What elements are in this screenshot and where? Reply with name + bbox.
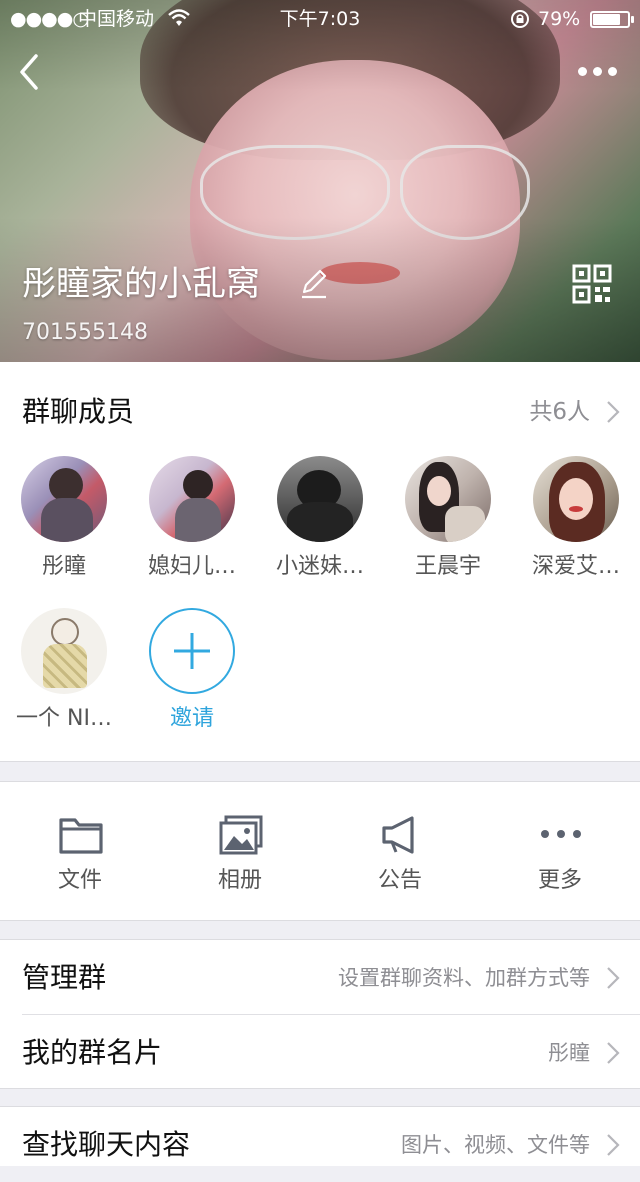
more-dot-icon (593, 67, 602, 76)
member-name: 彤瞳 (41, 554, 86, 579)
files-label: 文件 (57, 868, 102, 893)
chevron-right-icon (607, 967, 620, 989)
chevron-right-icon (607, 1042, 620, 1064)
edit-pencil-icon[interactable] (298, 268, 330, 300)
cover-shade (0, 0, 640, 362)
my-group-card-title: 我的群名片 (22, 1036, 163, 1069)
avatar (149, 456, 235, 542)
album-icon (219, 815, 263, 855)
more-tools-label: 更多 (537, 868, 582, 893)
announcement-label: 公告 (377, 868, 422, 893)
member-name: 小迷妹… (275, 554, 364, 579)
member-count-link[interactable]: 共6人 (529, 394, 590, 430)
more-dot-icon (578, 67, 587, 76)
chevron-right-icon (607, 1134, 620, 1156)
settings-section: 管理群 设置群聊资料、加群方式等 我的群名片 彤瞳 (0, 939, 640, 1089)
battery-percent: 79% (538, 8, 581, 30)
member-item[interactable]: 深爱艾… (512, 456, 640, 582)
more-dot-icon (608, 67, 617, 76)
search-history-section: 查找聊天内容 图片、视频、文件等 (0, 1106, 640, 1166)
folder-icon (59, 818, 103, 854)
rotation-lock-icon (511, 10, 529, 28)
member-item[interactable]: 媳妇儿… (128, 456, 256, 582)
back-arrow-icon[interactable] (10, 50, 50, 94)
avatar (405, 456, 491, 542)
member-item[interactable]: 一个 NI… (0, 608, 128, 734)
battery-icon (590, 11, 634, 28)
members-title: 群聊成员 (22, 395, 135, 428)
more-options-button[interactable] (570, 56, 624, 86)
more-dots-icon (541, 830, 581, 838)
files-button[interactable]: 文件 (0, 782, 160, 922)
member-name: 王晨宇 (414, 554, 481, 579)
avatar (21, 456, 107, 542)
battery-fill (593, 14, 620, 25)
status-bar: ●●●●○ 中国移动 下午7:03 79% (0, 0, 640, 38)
member-name: 一个 NI… (16, 706, 112, 731)
member-item[interactable]: 小迷妹… (256, 456, 384, 582)
announcement-button[interactable]: 公告 (320, 782, 480, 922)
group-cover: ●●●●○ 中国移动 下午7:03 79% 彤瞳家的小乱窝 701555148 (0, 0, 640, 362)
manage-group-row[interactable]: 管理群 设置群聊资料、加群方式等 (0, 940, 640, 1015)
avatar (533, 456, 619, 542)
plus-icon (174, 633, 210, 669)
manage-group-hint: 设置群聊资料、加群方式等 (338, 966, 590, 990)
chevron-right-icon (607, 401, 620, 423)
tools-section: 文件 相册 公告 更多 (0, 781, 640, 921)
member-item[interactable]: 王晨宇 (384, 456, 512, 582)
invite-label: 邀请 (169, 706, 214, 731)
more-tools-button[interactable]: 更多 (480, 782, 640, 922)
search-chat-hint: 图片、视频、文件等 (401, 1133, 590, 1157)
my-group-card-row[interactable]: 我的群名片 彤瞳 (0, 1015, 640, 1090)
album-button[interactable]: 相册 (160, 782, 320, 922)
my-group-card-value: 彤瞳 (548, 1041, 590, 1065)
manage-group-title: 管理群 (22, 961, 107, 994)
search-chat-row[interactable]: 查找聊天内容 图片、视频、文件等 (0, 1107, 640, 1182)
group-number: 701555148 (22, 320, 148, 345)
invite-button[interactable]: 邀请 (128, 608, 256, 734)
megaphone-icon (382, 816, 414, 854)
member-name: 深爱艾… (531, 554, 620, 579)
invite-circle (149, 608, 235, 694)
group-name: 彤瞳家的小乱窝 (22, 264, 260, 304)
qr-code-icon[interactable] (572, 264, 612, 304)
member-name: 媳妇儿… (147, 554, 236, 579)
avatar (21, 608, 107, 694)
search-chat-title: 查找聊天内容 (22, 1128, 191, 1161)
album-label: 相册 (217, 868, 262, 893)
members-section: 群聊成员 共6人 彤瞳 媳妇儿… 小迷妹… 王晨宇 深爱艾… 一个 NI… 邀请 (0, 362, 640, 762)
avatar (277, 456, 363, 542)
member-item[interactable]: 彤瞳 (0, 456, 128, 582)
